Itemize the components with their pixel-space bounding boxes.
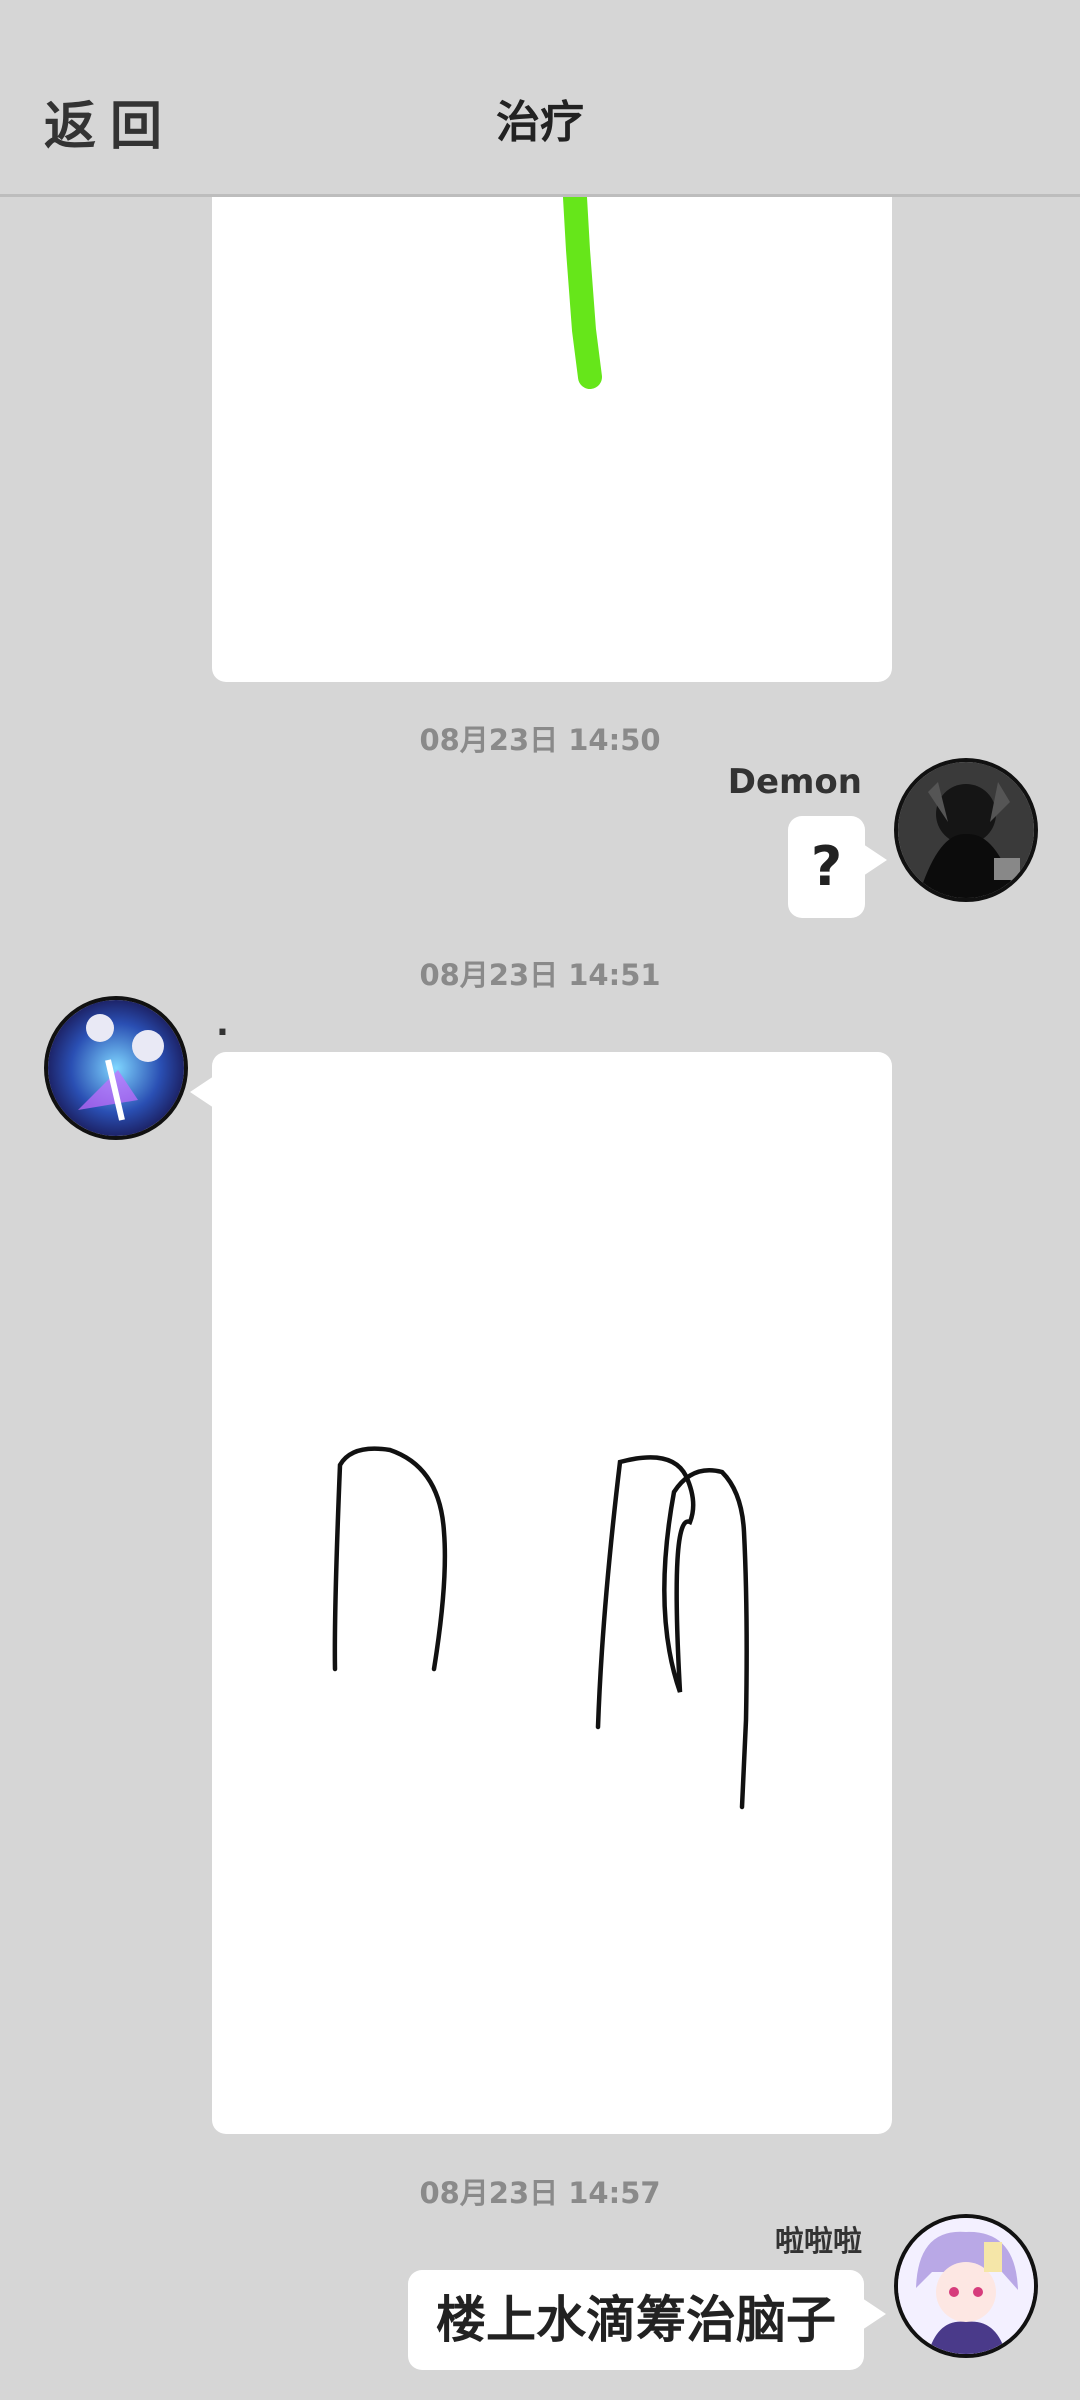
green-stroke-drawing [562, 168, 602, 389]
anime-girl-avatar-icon [898, 2218, 1034, 2354]
avatar-sender[interactable] [44, 996, 188, 1140]
ink-drawing [332, 1446, 749, 1810]
message-bubble[interactable]: ? [788, 816, 887, 918]
message-text: 楼上水滴筹治脑子 [436, 2291, 836, 2349]
timestamp: 08月23日 14:51 [419, 958, 661, 992]
sender-name: Demon [727, 762, 862, 802]
sender-name: 啦啦啦 [774, 2224, 862, 2258]
top-bar: 返回 治疗 [0, 0, 1080, 197]
message-bubble[interactable]: 楼上水滴筹治脑子 [408, 2270, 886, 2370]
blue-skeleton-avatar-icon [48, 1000, 184, 1136]
dark-anime-avatar-icon [898, 762, 1034, 898]
drawing-message-2[interactable] [190, 1052, 892, 2134]
timestamp: 08月23日 14:50 [419, 723, 661, 757]
message-text: ? [810, 835, 843, 898]
avatar-lalala[interactable] [894, 2214, 1038, 2358]
sender-name: . [216, 1004, 229, 1044]
page-title: 治疗 [496, 97, 584, 148]
drawing-message-1[interactable] [212, 160, 892, 682]
timestamp: 08月23日 14:57 [419, 2176, 661, 2210]
avatar-demon[interactable] [894, 758, 1038, 902]
